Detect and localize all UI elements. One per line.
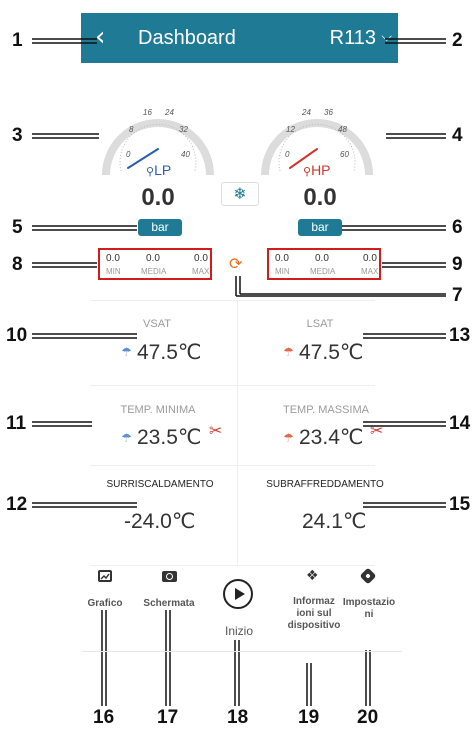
sensor-icon: ⚲ (146, 166, 155, 178)
nav-grafico[interactable]: Grafico (82, 598, 128, 610)
hp-stats-box: 0.0 0.0 0.0 MIN MEDIA MAX (267, 248, 381, 280)
hp-label: ⚲HP (303, 162, 331, 178)
callout-13: 13 (449, 325, 471, 346)
lsat-label: LSAT (306, 318, 334, 330)
callout-2: 2 (452, 30, 463, 51)
clamp-icon: ✂ (370, 421, 384, 440)
superheat-value: -24.0℃ (124, 510, 196, 533)
superheat-label: SURRISCALDAMENTO (106, 479, 214, 490)
lp-min-value: 0.0 (106, 253, 120, 264)
callout-14: 14 (449, 413, 471, 434)
hp-max-value: 0.0 (363, 253, 377, 264)
hp-tick-12: 12 (286, 125, 295, 134)
pipe-temp-icon: ☂ (283, 431, 294, 445)
clamp-icon: ✂ (209, 421, 223, 440)
callout-6: 6 (452, 217, 463, 238)
play-icon[interactable] (223, 579, 253, 609)
temp-max-value: 23.4℃ (299, 426, 364, 449)
lp-max-label: MAX (192, 267, 210, 276)
hp-unit-button[interactable]: bar (298, 219, 342, 236)
divider (90, 565, 375, 566)
refresh-icon[interactable]: ⟳ (229, 254, 242, 273)
subcooling-label: SUBRAFFREDDAMENTO (266, 479, 384, 490)
hp-media-label: MEDIA (310, 267, 336, 276)
divider (237, 300, 238, 565)
lp-unit-button[interactable]: bar (138, 219, 182, 236)
hp-tick-24: 24 (301, 108, 311, 117)
lp-max-value: 0.0 (194, 253, 208, 264)
lp-min-label: MIN (106, 267, 121, 276)
callout-9: 9 (452, 254, 463, 275)
lp-media-label: MEDIA (141, 267, 167, 276)
temp-max-label: TEMP. MASSIMA (283, 404, 369, 416)
lp-tick-40: 40 (181, 150, 190, 159)
nav-inizio[interactable]: Inizio (214, 625, 264, 637)
vsat-icon: ☂ (121, 345, 132, 359)
lp-label: ⚲LP (146, 162, 172, 178)
lp-stats-box: 0.0 0.0 0.0 MIN MEDIA MAX (98, 248, 212, 280)
callout-12: 12 (6, 494, 28, 515)
callout-7: 7 (452, 285, 463, 306)
lp-tick-0: 0 (126, 150, 131, 159)
divider (90, 300, 375, 301)
divider (90, 385, 375, 386)
chart-icon[interactable] (98, 570, 112, 582)
pipe-temp-icon: ☂ (121, 431, 132, 445)
bottom-bar-divider (82, 651, 402, 652)
hp-media-value: 0.0 (315, 253, 329, 264)
callout-1: 1 (12, 30, 23, 51)
lp-tick-24: 24 (164, 108, 174, 117)
callout-15: 15 (449, 494, 471, 515)
hp-min-label: MIN (275, 267, 290, 276)
temp-min-label: TEMP. MINIMA (120, 404, 196, 416)
callout-4: 4 (452, 125, 463, 146)
callout-8: 8 (12, 254, 23, 275)
vsat-value: 47.5℃ (137, 341, 202, 364)
callout-11: 11 (6, 413, 27, 434)
nav-impostazioni[interactable]: Impostazio ni (340, 597, 398, 621)
callout-3: 3 (12, 125, 23, 146)
subcooling-value: 24.1℃ (302, 510, 367, 533)
lsat-value: 47.5℃ (299, 341, 364, 364)
callout-5: 5 (12, 217, 23, 238)
temp-min-value: 23.5℃ (137, 426, 202, 449)
layers-icon[interactable]: ❖ (306, 568, 319, 584)
lp-tick-32: 32 (179, 125, 188, 134)
vsat-label: VSAT (143, 318, 171, 330)
lp-tick-16: 16 (143, 108, 152, 117)
callout-10: 10 (6, 325, 28, 346)
hp-tick-0: 0 (285, 150, 290, 159)
hp-value: 0.0 (303, 184, 337, 211)
divider (90, 465, 375, 466)
camera-icon[interactable] (162, 571, 177, 582)
sensor-icon: ⚲ (303, 166, 312, 178)
hp-tick-48: 48 (338, 125, 347, 134)
hp-tick-36: 36 (324, 108, 333, 117)
lp-media-value: 0.0 (146, 253, 160, 264)
nav-informazioni[interactable]: Informaz ioni sul dispositivo (281, 596, 347, 632)
lp-tick-8: 8 (129, 125, 134, 134)
snowflake-icon[interactable]: ❄ (221, 182, 259, 206)
hp-tick-60: 60 (340, 150, 349, 159)
hp-min-value: 0.0 (275, 253, 289, 264)
hp-max-label: MAX (361, 267, 379, 276)
nav-schermata[interactable]: Schermata (138, 598, 200, 610)
lsat-icon: ☂ (283, 345, 294, 359)
lp-value: 0.0 (141, 184, 175, 211)
